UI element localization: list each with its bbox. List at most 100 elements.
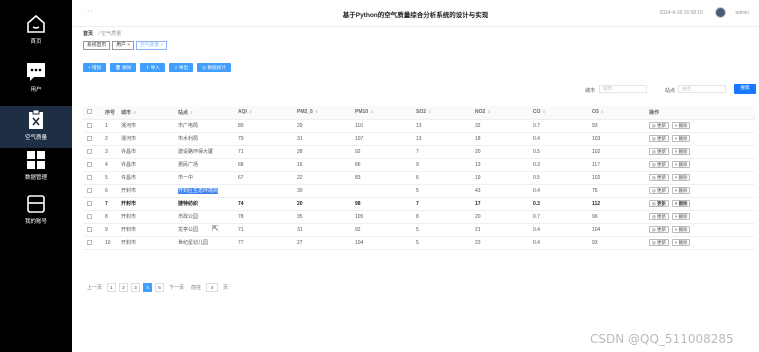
sidebar-item-home[interactable]: 首页 (0, 14, 72, 56)
export-button[interactable]: ⇩ 导出 (168, 63, 194, 72)
column-header[interactable]: PM2_5 ⇕ (293, 106, 351, 120)
add-button[interactable]: + 增加 (83, 63, 107, 72)
avatar[interactable] (715, 7, 726, 18)
edit-button[interactable]: ◎ 更新 (649, 161, 669, 168)
table-row[interactable]: 7 开封市 捷特纺织 74 20 98 7 17 0.3 112 ◎ 更新 × 删除 (83, 197, 755, 211)
edit-button[interactable]: ◎ 更新 (649, 239, 669, 246)
row-delete-button[interactable]: × 删除 (671, 148, 691, 155)
row-checkbox[interactable] (87, 187, 92, 193)
row-checkbox[interactable] (87, 213, 92, 219)
edit-button[interactable]: ◎ 更新 (649, 122, 669, 129)
sort-icon[interactable]: ⇕ (487, 109, 490, 114)
site-input[interactable]: 站点 (678, 85, 726, 93)
table-row[interactable]: 6 开封市 开封区生态环境局 30 5 43 0.4 75 ◎ 更新 × 删除 (83, 184, 755, 198)
column-header[interactable]: 操作 (645, 106, 755, 120)
row-checkbox-cell[interactable] (83, 158, 101, 172)
table-row[interactable]: 5 许昌市 市一中 67 22 83 6 19 0.5 102 ◎ 更新 × 删除 (83, 171, 755, 185)
page-button[interactable]: 5 (155, 283, 165, 292)
column-header[interactable]: PM10 ⇕ (351, 106, 412, 120)
row-checkbox[interactable] (87, 135, 92, 141)
select-all-checkbox-cell[interactable] (83, 106, 101, 120)
edit-button[interactable]: ◎ 更新 (649, 135, 669, 142)
edit-button[interactable]: ◎ 更新 (649, 187, 669, 194)
column-header[interactable]: NO2 ⇕ (471, 106, 529, 120)
row-checkbox[interactable] (87, 200, 92, 206)
sort-icon[interactable]: ⇕ (190, 110, 193, 115)
edit-button[interactable]: ◎ 更新 (649, 213, 669, 220)
row-delete-button[interactable]: × 删除 (671, 239, 691, 246)
sort-icon[interactable]: ⇕ (601, 109, 604, 114)
city-input[interactable]: 城市 (599, 85, 647, 93)
column-header[interactable]: SO2 ⇕ (412, 106, 471, 120)
row-checkbox[interactable] (87, 122, 92, 128)
row-checkbox[interactable] (87, 226, 92, 232)
sidebar-item-users[interactable]: 用户 (0, 62, 72, 104)
page-button[interactable]: 1 (107, 283, 117, 292)
page-button[interactable]: 3 (131, 283, 141, 292)
row-checkbox-cell[interactable] (83, 184, 101, 198)
row-delete-button[interactable]: × 删除 (671, 174, 691, 181)
column-header[interactable]: CO ⇕ (529, 106, 588, 120)
row-checkbox[interactable] (87, 174, 92, 180)
row-checkbox-cell[interactable] (83, 171, 101, 185)
username[interactable]: admin (735, 10, 749, 16)
column-header[interactable]: 站点 ⇕ (174, 106, 234, 120)
table-row[interactable]: 2 漯河市 市水利局 79 31 107 13 18 0.4 103 ◎ 更新 × 删除 (83, 132, 755, 146)
goto-page-input[interactable]: 4 (206, 283, 219, 292)
table-row[interactable]: 1 漯河市 市广电局 80 29 110 13 32 0.7 93 ◎ 更新 × 删除 (83, 119, 755, 133)
breadcrumb-root[interactable]: 首页 (83, 31, 93, 37)
column-header[interactable]: AQI ⇕ (234, 106, 293, 120)
sort-icon[interactable]: ⇕ (428, 109, 431, 114)
cell-value: 0.4 (533, 239, 540, 246)
sort-icon[interactable]: ⇕ (370, 109, 373, 114)
row-delete-button[interactable]: × 删除 (671, 200, 691, 207)
edit-button[interactable]: ◎ 更新 (649, 174, 669, 181)
row-delete-button[interactable]: × 删除 (671, 187, 691, 194)
tab-air-quality[interactable]: 空气质量 × (135, 41, 168, 50)
table-row[interactable]: 8 开封市 市政公园 78 35 105 8 20 0.7 96 ◎ 更新 × 删除 (83, 210, 755, 224)
edit-button[interactable]: ◎ 更新 (649, 226, 669, 233)
sidebar-item-data[interactable]: 数据管理 (0, 150, 72, 192)
sidebar-item-account[interactable]: 我的账号 (0, 194, 72, 236)
tab-home[interactable]: 系统首页 (83, 41, 111, 50)
sort-icon[interactable]: ⇕ (249, 109, 252, 114)
column-header[interactable]: 城市 ⇕ (117, 106, 174, 120)
row-checkbox-cell[interactable] (83, 223, 101, 237)
row-checkbox[interactable] (87, 161, 92, 167)
sidebar-item-air-quality[interactable]: 空气质量 (0, 106, 72, 148)
table-row[interactable]: 9 开封市 龙亭公园 71 31 92 5 21 0.4 104 ◎ 更新 × 删除 (83, 223, 755, 237)
row-delete-button[interactable]: × 删除 (671, 226, 691, 233)
edit-button[interactable]: ◎ 更新 (649, 200, 669, 207)
column-header[interactable]: 序号 (101, 106, 117, 120)
row-checkbox-cell[interactable] (83, 210, 101, 224)
stats-button[interactable]: ◎ 数据统计 (197, 63, 231, 72)
row-delete-button[interactable]: × 删除 (671, 161, 691, 168)
row-checkbox[interactable] (87, 239, 92, 245)
sort-icon[interactable]: ⇕ (133, 110, 136, 115)
page-button[interactable]: 4 (143, 283, 153, 292)
delete-button[interactable]: 🗑 删除 (110, 63, 137, 72)
row-checkbox-cell[interactable] (83, 132, 101, 146)
edit-button[interactable]: ◎ 更新 (649, 148, 669, 155)
select-all-checkbox[interactable] (87, 109, 92, 115)
row-delete-button[interactable]: × 删除 (671, 213, 691, 220)
row-checkbox-cell[interactable] (83, 145, 101, 159)
row-checkbox-cell[interactable] (83, 197, 101, 211)
row-delete-button[interactable]: × 删除 (671, 122, 691, 129)
table-row[interactable]: 10 开封市 世纪星幼儿园 77 27 104 5 23 0.4 93 ◎ 更新 × 删除 (83, 236, 755, 250)
page-button[interactable]: 2 (119, 283, 129, 292)
sort-icon[interactable]: ⇕ (543, 109, 546, 114)
row-checkbox-cell[interactable] (83, 236, 101, 250)
import-button[interactable]: ⇧ 导入 (140, 63, 165, 72)
table-row[interactable]: 4 许昌市 惠民广场 68 16 86 9 13 0.3 117 ◎ 更新 × 删除 (83, 158, 755, 172)
prev-page-button[interactable]: 上一页 (87, 284, 102, 291)
sort-icon[interactable]: ⇕ (315, 109, 318, 114)
search-button[interactable]: 搜索 (734, 84, 756, 94)
row-checkbox[interactable] (87, 148, 92, 154)
row-delete-button[interactable]: × 删除 (671, 135, 691, 142)
row-checkbox-cell[interactable] (83, 119, 101, 133)
next-page-button[interactable]: 下一页 (169, 284, 184, 291)
table-row[interactable]: 3 许昌市 建设路环保大厦 71 28 92 7 20 0.5 102 ◎ 更新 × 删除 (83, 145, 755, 159)
tab-users[interactable]: 用户 × (112, 41, 134, 50)
column-header[interactable]: O3 ⇕ (588, 106, 645, 120)
